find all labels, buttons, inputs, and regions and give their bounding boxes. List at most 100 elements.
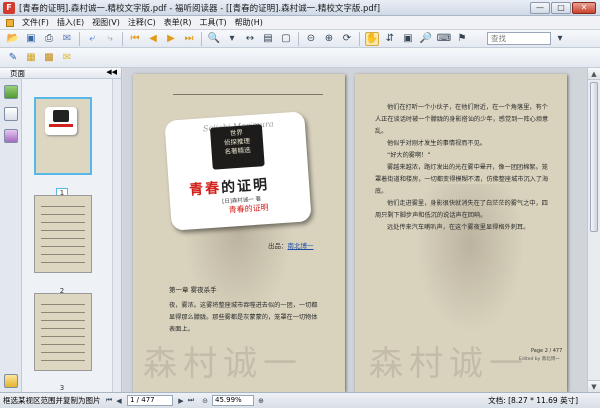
status-bar: 框选某视区范围并复制为图片 ⏮ ◀ 1 / 477 ▶ ⏭ ⊝ 45.99% ⊕… bbox=[0, 392, 600, 408]
window-title: [青春的证明].森村诚一.精校文字版.pdf - 福听阅读器 - [[青春的证明… bbox=[19, 3, 381, 14]
note-icon[interactable]: ✉ bbox=[60, 51, 74, 65]
pages-tab-icon[interactable] bbox=[4, 85, 18, 99]
thumb-title-bar bbox=[49, 124, 73, 127]
zoom-icon[interactable]: 🔍 bbox=[207, 32, 221, 46]
highlight-icon[interactable]: ▦ bbox=[24, 51, 38, 65]
main-toolbar: 📂 ▣ ⎙ ✉ ⤶ ⤷ ⏮ ◀ ▶ ⏭ 🔍 ▾ ↔ ▤ ▢ ⊝ ⊕ ⟳ ✋ ⇵ … bbox=[0, 30, 600, 48]
editor-link[interactable]: 南北博一 bbox=[288, 242, 314, 250]
zoom-level-input[interactable]: 45.99% bbox=[212, 395, 254, 406]
cover-subtitle: 青春的证明 bbox=[228, 202, 269, 215]
menu-file[interactable]: 文件(F) bbox=[18, 17, 53, 28]
menu-insert[interactable]: 插入(E) bbox=[53, 17, 88, 28]
zoom-out-button-icon[interactable]: ⊝ bbox=[200, 397, 210, 405]
previous-page-icon[interactable]: ◀ bbox=[146, 32, 160, 46]
paragraph: 雾越来越浓，路灯发出的光在雾中晕开，像一团团棉絮。笼罩着街道和楼房，一切都变得模… bbox=[375, 164, 549, 195]
document-scrollbar[interactable]: ▲ ▼ bbox=[587, 68, 600, 392]
text-box-icon[interactable]: ▩ bbox=[42, 51, 56, 65]
chapter-heading: 第一章 雾夜杀手 bbox=[169, 286, 217, 294]
thumbnail-label: 3 bbox=[59, 384, 65, 392]
thumbnail-scrollbar[interactable] bbox=[112, 79, 121, 392]
menu-comment[interactable]: 注释(C) bbox=[124, 17, 160, 28]
previous-view-icon[interactable]: ⤶ bbox=[85, 32, 99, 46]
menu-view[interactable]: 视图(V) bbox=[88, 17, 124, 28]
close-button[interactable]: ✕ bbox=[572, 1, 596, 14]
bookmark-icon[interactable]: ⚑ bbox=[455, 32, 469, 46]
page-thumbnail-1[interactable] bbox=[34, 97, 92, 175]
paragraph: 他们在打听一个小伙子，在他们附近，在一个角落里，有个人正在谈话时被一个朦胧的身影… bbox=[375, 104, 549, 135]
toolbar-divider bbox=[79, 31, 80, 46]
app-icon: F bbox=[3, 1, 15, 14]
search-input[interactable]: 查找 bbox=[487, 32, 551, 45]
thumbnail-list: 1 2 3 bbox=[22, 79, 112, 392]
toolbar-divider bbox=[298, 31, 299, 46]
document-view[interactable]: Seiichi Morimura 世界 侦探推理 名著精选 青春的证明 [日]森… bbox=[123, 68, 587, 392]
print-icon[interactable]: ⎙ bbox=[42, 32, 56, 46]
collapse-panel-icon[interactable]: ◀◀ bbox=[106, 68, 117, 76]
panel-title: 页面 bbox=[0, 68, 121, 79]
rotate-icon[interactable]: ⟳ bbox=[340, 32, 354, 46]
snapshot-icon[interactable]: ▣ bbox=[401, 32, 415, 46]
pages-panel: 页面 ◀◀ 1 2 3 bbox=[0, 68, 122, 392]
editor-credit: 出品：南北博一 bbox=[268, 240, 314, 250]
cover-title-black: 的证明 bbox=[220, 176, 270, 197]
fit-width-icon[interactable]: ↔ bbox=[243, 32, 257, 46]
first-page-icon[interactable]: ⏮ bbox=[128, 32, 142, 46]
prev-page-button-icon[interactable]: ◀ bbox=[114, 397, 124, 405]
menu-form[interactable]: 表单(R) bbox=[160, 17, 196, 28]
fit-page-icon[interactable]: ▤ bbox=[261, 32, 275, 46]
scroll-down-icon[interactable]: ▼ bbox=[588, 380, 600, 392]
maximize-button[interactable]: □ bbox=[551, 1, 571, 14]
author-watermark: 森村诚一 bbox=[143, 344, 303, 384]
select-text-icon[interactable]: ⇵ bbox=[383, 32, 397, 46]
cover-title-red: 青春 bbox=[188, 180, 222, 199]
find-icon[interactable]: 🔎 bbox=[419, 32, 433, 46]
page-2: 他们在打听一个小伙子，在他们附近，在一个角落里，有个人正在谈话时被一个朦胧的身影… bbox=[355, 74, 567, 392]
menu-app-icon bbox=[6, 18, 14, 27]
last-page-button-icon[interactable]: ⏭ bbox=[186, 396, 196, 405]
first-page-button-icon[interactable]: ⏮ bbox=[104, 396, 114, 405]
series-badge: 世界 侦探推理 名著精选 bbox=[209, 124, 265, 170]
zoom-in-button-icon[interactable]: ⊕ bbox=[256, 397, 266, 405]
scroll-up-icon[interactable]: ▲ bbox=[588, 68, 600, 80]
menu-tools[interactable]: 工具(T) bbox=[196, 17, 231, 28]
menu-bar: 文件(F) 插入(E) 视图(V) 注释(C) 表单(R) 工具(T) 帮助(H… bbox=[0, 16, 600, 30]
window-controls: — □ ✕ bbox=[530, 1, 596, 14]
next-page-icon[interactable]: ▶ bbox=[164, 32, 178, 46]
page-1: Seiichi Morimura 世界 侦探推理 名著精选 青春的证明 [日]森… bbox=[133, 74, 345, 392]
minimize-button[interactable]: — bbox=[530, 1, 550, 14]
actual-size-icon[interactable]: ▢ bbox=[279, 32, 293, 46]
save-icon[interactable]: ▣ bbox=[24, 32, 38, 46]
body-text: 他们在打听一个小伙子，在他们附近，在一个角落里，有个人正在谈话时被一个朦胧的身影… bbox=[375, 102, 553, 234]
layers-tab-icon[interactable] bbox=[4, 129, 18, 143]
hand-tool-icon[interactable]: ✋ bbox=[365, 31, 379, 46]
last-page-icon[interactable]: ⏭ bbox=[182, 32, 196, 46]
page-number-input[interactable]: 1 / 477 bbox=[127, 395, 173, 406]
search-options-icon[interactable]: ▾ bbox=[553, 32, 567, 46]
annotate-pen-icon[interactable]: ✎ bbox=[6, 51, 20, 65]
scroll-thumb[interactable] bbox=[590, 82, 598, 232]
toolbar-divider bbox=[201, 31, 202, 46]
open-icon[interactable]: 📂 bbox=[6, 32, 20, 46]
next-page-button-icon[interactable]: ▶ bbox=[176, 397, 186, 405]
thumb-cover-card bbox=[45, 107, 77, 135]
email-icon[interactable]: ✉ bbox=[60, 32, 74, 46]
page-number: Page 2 / 477 bbox=[531, 348, 563, 354]
attachments-tab-icon[interactable] bbox=[4, 374, 18, 388]
toolbar-divider bbox=[122, 31, 123, 46]
next-view-icon[interactable]: ⤷ bbox=[103, 32, 117, 46]
page-rule bbox=[173, 94, 323, 95]
status-hint: 框选某视区范围并复制为图片 bbox=[3, 396, 101, 405]
paragraph: 他们走进雾里，身影很快就消失在了白茫茫的雾气之中，四周只剩下脚步声和低沉的说话声… bbox=[375, 200, 548, 219]
title-bar: F [青春的证明].森村诚一.精校文字版.pdf - 福听阅读器 - [[青春的… bbox=[0, 0, 600, 16]
bookmarks-tab-icon[interactable] bbox=[4, 107, 18, 121]
page-thumbnail-3[interactable] bbox=[34, 293, 92, 371]
menu-help[interactable]: 帮助(H) bbox=[231, 17, 267, 28]
side-tabs bbox=[0, 79, 22, 392]
book-cover: Seiichi Morimura 世界 侦探推理 名著精选 青春的证明 [日]森… bbox=[164, 111, 312, 231]
typewriter-icon[interactable]: ⌨ bbox=[437, 32, 451, 46]
zoom-out-icon[interactable]: ⊝ bbox=[304, 32, 318, 46]
thumb-badge bbox=[53, 110, 69, 122]
zoom-dropdown-icon[interactable]: ▾ bbox=[225, 32, 239, 46]
zoom-in-icon[interactable]: ⊕ bbox=[322, 32, 336, 46]
page-thumbnail-2[interactable] bbox=[34, 195, 92, 273]
